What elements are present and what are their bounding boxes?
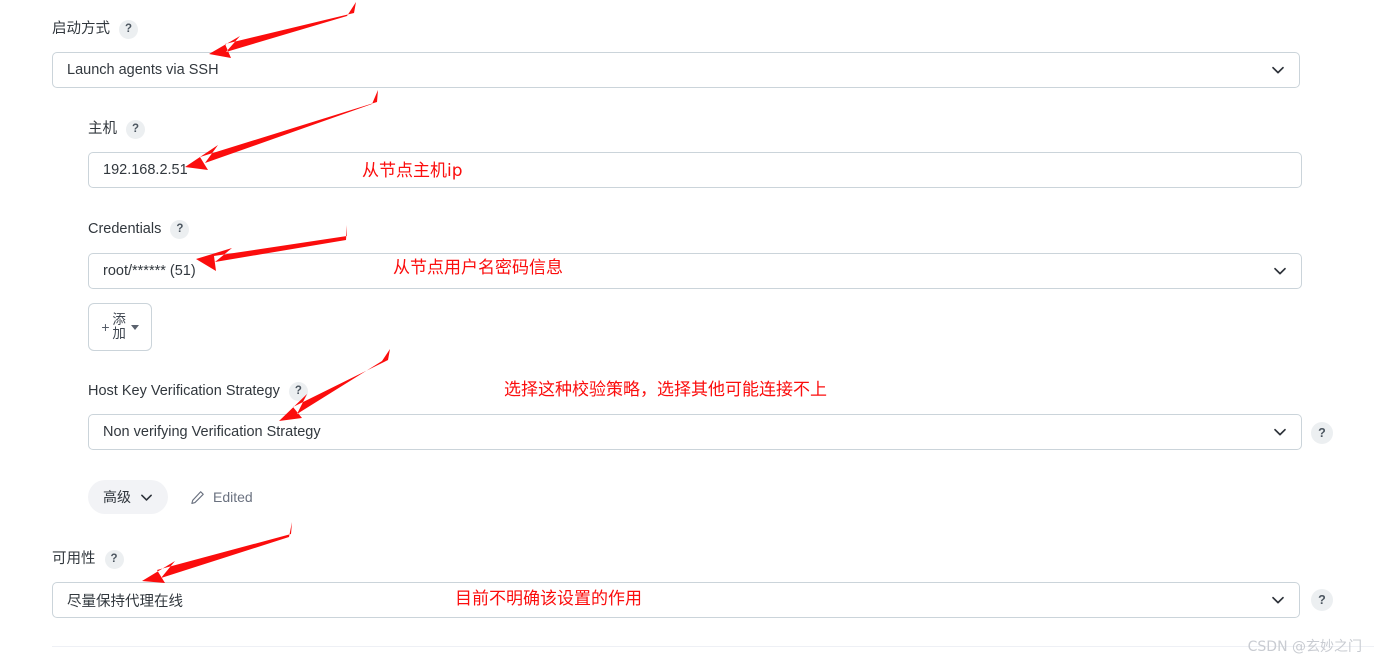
- credentials-value: root/****** (51): [103, 263, 196, 279]
- advanced-label: 高级: [103, 489, 131, 505]
- credentials-select[interactable]: root/****** (51): [88, 253, 1302, 289]
- launch-method-select[interactable]: Launch agents via SSH: [52, 52, 1300, 88]
- annotation-host-key: 选择这种校验策略，选择其他可能连接不上: [504, 380, 827, 400]
- launch-method-value: Launch agents via SSH: [67, 62, 219, 78]
- help-icon[interactable]: ?: [126, 120, 145, 139]
- help-icon[interactable]: ?: [104, 550, 124, 569]
- chevron-down-icon: [1271, 63, 1285, 77]
- host-label: 主机 ?: [88, 120, 145, 139]
- availability-select[interactable]: 尽量保持代理在线: [52, 582, 1300, 618]
- watermark: CSDN @玄妙之门: [1247, 639, 1362, 655]
- host-value: 192.168.2.51: [103, 162, 188, 178]
- help-icon[interactable]: ?: [288, 382, 308, 401]
- availability-label: 可用性 ?: [52, 550, 124, 569]
- help-icon[interactable]: ?: [170, 220, 190, 239]
- host-key-strategy-select[interactable]: Non verifying Verification Strategy: [88, 414, 1302, 450]
- chevron-down-icon: [1271, 593, 1285, 607]
- annotation-host: 从节点主机ip: [362, 161, 463, 181]
- annotation-arrows: [142, 2, 390, 583]
- host-key-strategy-label: Host Key Verification Strategy ?: [88, 382, 308, 401]
- availability-side-help-icon[interactable]: ?: [1311, 589, 1333, 611]
- host-input[interactable]: 192.168.2.51: [88, 152, 1302, 188]
- availability-value: 尽量保持代理在线: [67, 593, 183, 610]
- host-key-side-help-icon[interactable]: ?: [1311, 422, 1333, 444]
- advanced-row: 高级 Edited: [88, 480, 253, 514]
- launch-method-label-row: 启动方式 ?: [52, 20, 138, 39]
- help-icon[interactable]: ?: [119, 20, 138, 39]
- chevron-down-icon: [140, 491, 153, 504]
- edited-indicator[interactable]: Edited: [190, 489, 253, 505]
- plus-icon: +: [101, 319, 110, 335]
- credentials-label: Credentials ?: [88, 220, 190, 239]
- add-credentials-button[interactable]: + 添加: [88, 303, 152, 351]
- advanced-toggle-button[interactable]: 高级: [88, 480, 168, 514]
- section-divider: [52, 646, 1374, 647]
- chevron-down-icon: [1273, 264, 1287, 278]
- edited-label: Edited: [213, 489, 253, 505]
- agent-config-form: 启动方式 ? Launch agents via SSH 主机 ? 192.16…: [0, 0, 1374, 667]
- launch-method-label: 启动方式 ?: [52, 20, 138, 39]
- chevron-down-icon: [1273, 425, 1287, 439]
- pencil-icon: [190, 490, 205, 505]
- annotation-availability: 目前不明确该设置的作用: [455, 589, 642, 609]
- add-credentials-label: 添加: [112, 311, 126, 341]
- annotation-credentials: 从节点用户名密码信息: [393, 258, 563, 278]
- host-key-strategy-value: Non verifying Verification Strategy: [103, 424, 321, 440]
- caret-down-icon: [130, 324, 139, 330]
